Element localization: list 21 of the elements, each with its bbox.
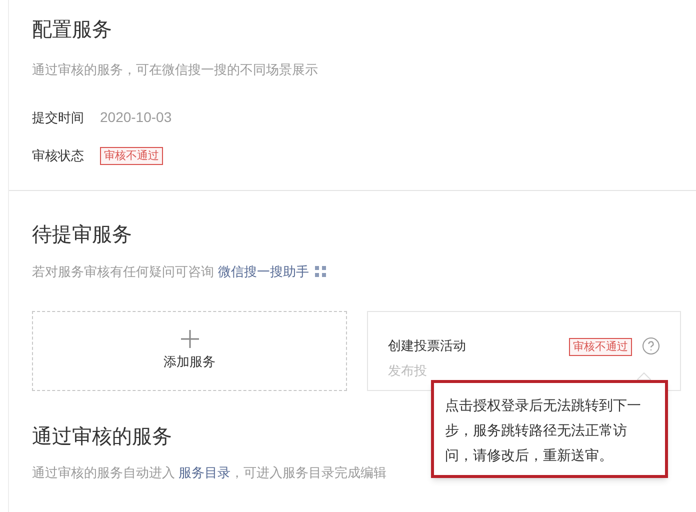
tooltip-arrow-icon [637, 372, 651, 380]
assistant-link[interactable]: 微信搜一搜助手 [218, 262, 309, 281]
qr-code-icon[interactable] [315, 266, 326, 277]
help-text: 若对服务审核有任何疑问可咨询 [32, 262, 214, 280]
field-label: 提交时间 [32, 108, 84, 127]
section-title: 配置服务 [32, 18, 113, 43]
directory-text: 通过审核的服务自动进入 服务目录，可进入服务目录完成编辑 [32, 464, 387, 482]
field-value: 2020-10-03 [100, 108, 172, 127]
add-service-button[interactable]: 添加服务 [32, 311, 347, 391]
service-description: 发布投 [388, 362, 427, 380]
section-title: 待提审服务 [32, 222, 133, 248]
directory-link[interactable]: 服务目录 [178, 465, 231, 480]
section-subtitle: 通过审核的服务，可在微信搜一搜的不同场景展示 [32, 61, 319, 79]
service-name: 创建投票活动 [388, 337, 466, 356]
plus-icon [180, 330, 198, 348]
status-tag: 审核不通过 [569, 338, 632, 356]
error-tooltip: 点击授权登录后无法跳转到下一步，服务跳转路径无法正常访问，请修改后，重新送审。 [431, 380, 668, 478]
status-tag: 审核不通过 [100, 146, 163, 164]
field-label: 审核状态 [32, 146, 84, 165]
section-title: 通过审核的服务 [32, 425, 172, 450]
help-icon[interactable] [642, 337, 660, 355]
